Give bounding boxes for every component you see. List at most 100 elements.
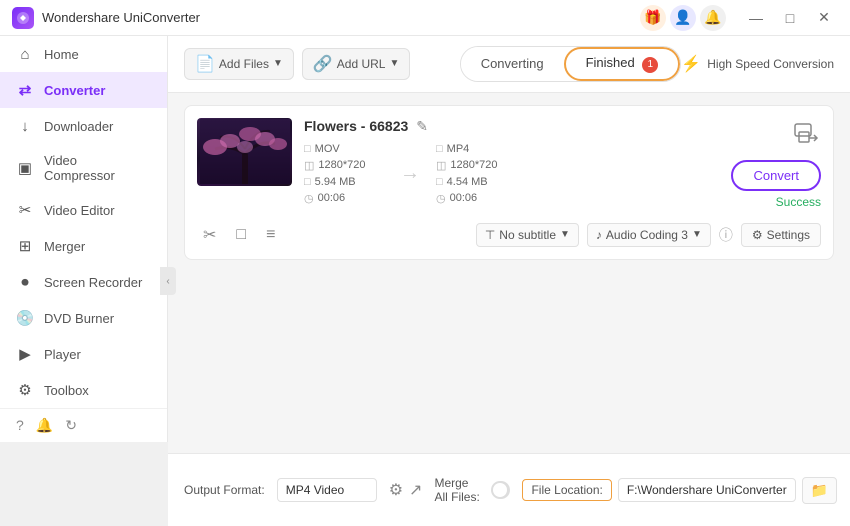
add-url-label: Add URL <box>337 57 386 71</box>
file-thumbnail <box>197 118 292 186</box>
add-files-icon: 📄 <box>195 54 215 74</box>
browse-folder-button[interactable]: 📁 <box>802 477 837 504</box>
content-area: 📄 Add Files ▼ 🔗 Add URL ▼ Converting Fin… <box>168 36 850 526</box>
home-icon: ⌂ <box>16 45 34 63</box>
merger-icon: ⊞ <box>16 237 34 255</box>
settings-label: Settings <box>767 228 810 242</box>
sidebar-bell-icon[interactable]: 🔔 <box>36 417 53 434</box>
tab-group: Converting Finished 1 <box>460 46 682 82</box>
convert-type-icon[interactable] <box>791 118 821 154</box>
edit-name-icon[interactable]: ✎ <box>416 118 428 135</box>
close-button[interactable]: ✕ <box>810 7 838 29</box>
format-info-icon[interactable]: ↗ <box>409 480 422 500</box>
minimize-button[interactable]: — <box>742 7 770 29</box>
convert-button[interactable]: Convert <box>731 160 821 191</box>
app-title: Wondershare UniConverter <box>42 10 640 25</box>
subtitle-icon: ⊤ <box>485 228 495 242</box>
dvd-burner-icon: 💿 <box>16 309 34 327</box>
audio-dropdown[interactable]: ♪ Audio Coding 3 ▼ <box>587 223 711 247</box>
sidebar-label-merger: Merger <box>44 239 85 254</box>
subtitle-value: No subtitle <box>499 228 556 242</box>
tab-converting[interactable]: Converting <box>461 47 564 81</box>
format-icon: □ <box>304 143 311 155</box>
sidebar-item-converter[interactable]: ⇄ Converter <box>0 72 167 108</box>
cut-tool-icon[interactable]: ✂ <box>197 223 222 247</box>
sidebar-item-player[interactable]: ▶ Player <box>0 336 167 372</box>
add-url-icon: 🔗 <box>313 54 333 74</box>
merge-toggle[interactable] <box>491 481 511 499</box>
add-url-button[interactable]: 🔗 Add URL ▼ <box>302 48 411 80</box>
source-size-item: □ 5.94 MB <box>304 176 384 188</box>
file-name: Flowers - 66823 <box>304 118 408 134</box>
effects-tool-icon[interactable]: ≡ <box>260 224 281 246</box>
output-format-select[interactable]: MP4 Video <box>277 478 377 502</box>
file-location-section: File Location: F:\Wondershare UniConvert… <box>522 477 837 504</box>
source-duration-item: ◷ 00:06 <box>304 192 384 205</box>
settings-button[interactable]: ⚙ Settings <box>741 223 821 247</box>
target-resolution: 1280*720 <box>450 159 497 171</box>
sync-icon[interactable]: ↻ <box>65 417 77 434</box>
title-bar: Wondershare UniConverter 🎁 👤 🔔 — □ ✕ <box>0 0 850 36</box>
source-format: MOV <box>315 143 340 155</box>
output-format-label: Output Format: <box>184 483 265 497</box>
sidebar-wrapper: ⌂ Home ⇄ Converter ↓ Downloader ▣ Video … <box>0 36 168 526</box>
sidebar-label-video-compressor: Video Compressor <box>44 153 151 183</box>
downloader-icon: ↓ <box>16 117 34 135</box>
main-layout: ⌂ Home ⇄ Converter ↓ Downloader ▣ Video … <box>0 36 850 526</box>
bottom-bar: Output Format: MP4 Video ⚙ ↗ Merge All F… <box>168 453 850 526</box>
help-icon[interactable]: ? <box>16 417 24 434</box>
sidebar-item-screen-recorder[interactable]: ⏺ Screen Recorder <box>0 264 167 300</box>
add-files-button[interactable]: 📄 Add Files ▼ <box>184 48 294 80</box>
target-size-icon: □ <box>436 176 443 188</box>
file-location-label: File Location: <box>522 479 611 501</box>
tab-finished[interactable]: Finished 1 <box>564 47 681 81</box>
sidebar: ⌂ Home ⇄ Converter ↓ Downloader ▣ Video … <box>0 36 168 442</box>
status-badge: Success <box>776 195 821 209</box>
profile-icon[interactable]: 👤 <box>670 5 696 31</box>
tab-converting-label: Converting <box>481 56 544 71</box>
notification-icon[interactable]: 🔔 <box>700 5 726 31</box>
resolution-icon: ◫ <box>304 159 314 172</box>
sidebar-item-dvd-burner[interactable]: 💿 DVD Burner <box>0 300 167 336</box>
crop-tool-icon[interactable]: □ <box>230 224 252 246</box>
file-card-top: Flowers - 66823 ✎ □ MOV <box>197 118 821 209</box>
add-files-chevron: ▼ <box>273 58 283 69</box>
sidebar-item-home[interactable]: ⌂ Home <box>0 36 167 72</box>
target-resolution-icon: ◫ <box>436 159 446 172</box>
sidebar-item-merger[interactable]: ⊞ Merger <box>0 228 167 264</box>
sidebar-item-downloader[interactable]: ↓ Downloader <box>0 108 167 144</box>
convert-button-label: Convert <box>753 168 799 183</box>
toolbar-right: ⚡ High Speed Conversion <box>681 54 834 74</box>
convert-section: Convert Success <box>731 118 821 209</box>
tab-finished-label: Finished <box>586 55 635 70</box>
target-format-item: □ MP4 <box>436 143 516 155</box>
window-controls: — □ ✕ <box>742 7 838 29</box>
sidebar-item-video-editor[interactable]: ✂ Video Editor <box>0 192 167 228</box>
sidebar-label-dvd-burner: DVD Burner <box>44 311 114 326</box>
info-icon[interactable]: ⓘ <box>719 225 733 245</box>
format-settings-icon[interactable]: ⚙ <box>389 480 403 500</box>
maximize-button[interactable]: □ <box>776 7 804 29</box>
duration-icon: ◷ <box>304 192 314 205</box>
merge-section: Merge All Files: <box>434 476 510 504</box>
target-size: 4.54 MB <box>447 176 488 188</box>
sidebar-collapse-button[interactable]: ‹ <box>160 267 176 295</box>
file-info: Flowers - 66823 ✎ □ MOV <box>304 118 719 205</box>
target-duration-icon: ◷ <box>436 192 446 205</box>
subtitle-dropdown[interactable]: ⊤ No subtitle ▼ <box>476 223 579 247</box>
target-duration: 00:06 <box>450 192 478 204</box>
converter-icon: ⇄ <box>16 81 34 99</box>
audio-icon: ♪ <box>596 228 602 242</box>
finished-badge: 1 <box>642 57 658 73</box>
sidebar-item-toolbox[interactable]: ⚙ Toolbox <box>0 372 167 408</box>
target-resolution-item: ◫ 1280*720 <box>436 159 516 172</box>
source-size: 5.94 MB <box>315 176 356 188</box>
source-meta: □ MOV ◫ 1280*720 □ 5.94 MB <box>304 143 384 205</box>
file-meta-row: □ MOV ◫ 1280*720 □ 5.94 MB <box>304 143 719 205</box>
audio-value: Audio Coding 3 <box>606 228 688 242</box>
sidebar-label-player: Player <box>44 347 81 362</box>
thumb-inner <box>197 118 292 186</box>
toolbar-left: 📄 Add Files ▼ 🔗 Add URL ▼ <box>184 48 460 80</box>
gift-icon[interactable]: 🎁 <box>640 5 666 31</box>
sidebar-item-video-compressor[interactable]: ▣ Video Compressor <box>0 144 167 192</box>
